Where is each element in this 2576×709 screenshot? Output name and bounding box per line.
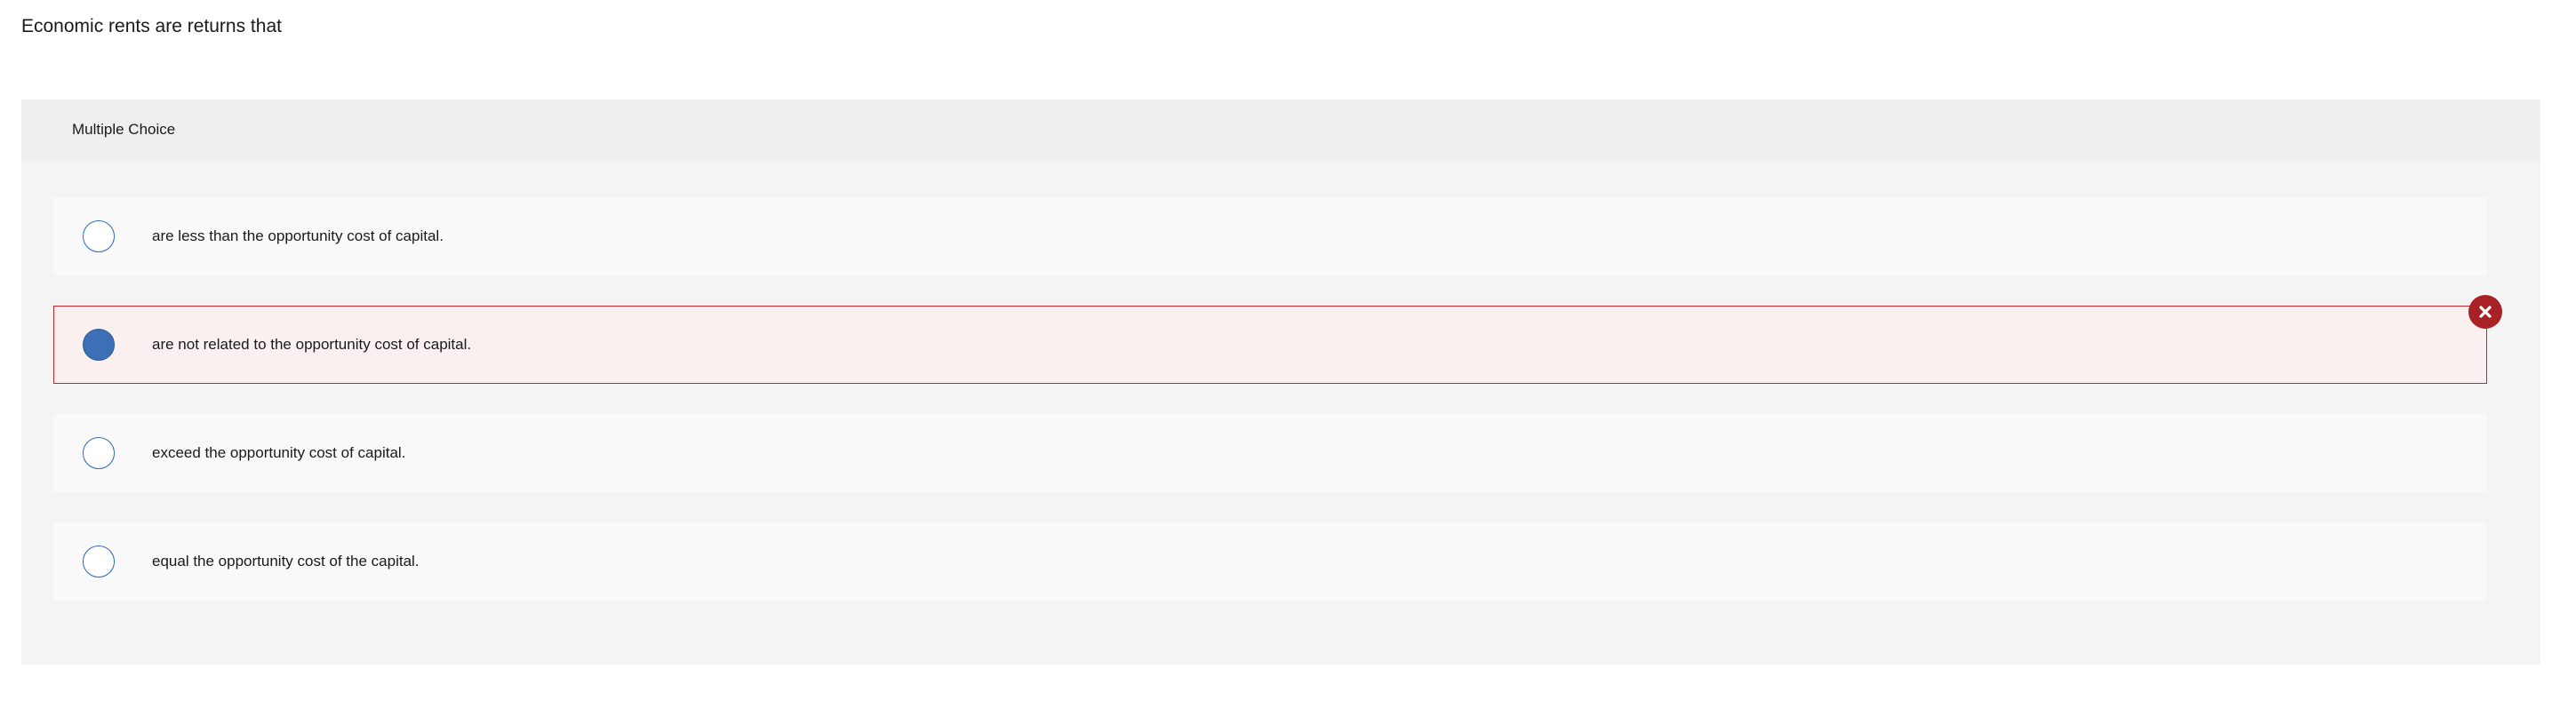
radio-button[interactable]: [83, 220, 115, 252]
answer-option-text: exceed the opportunity cost of capital.: [152, 444, 406, 461]
question-type-label: Multiple Choice: [72, 121, 176, 138]
answer-option-2[interactable]: are not related to the opportunity cost …: [53, 295, 2502, 384]
question-panel: Multiple Choice are less than the opport…: [21, 100, 2540, 665]
answer-option-4[interactable]: equal the opportunity cost of the capita…: [53, 522, 2487, 601]
answer-options: are less than the opportunity cost of ca…: [53, 197, 2502, 631]
answer-option-text: are not related to the opportunity cost …: [152, 336, 472, 353]
panel-header: Multiple Choice: [21, 100, 2540, 160]
answer-option-text: are less than the opportunity cost of ca…: [152, 227, 444, 244]
radio-button[interactable]: [83, 546, 115, 578]
radio-button[interactable]: [83, 437, 115, 469]
answer-option-1[interactable]: are less than the opportunity cost of ca…: [53, 197, 2487, 275]
question-prompt: Economic rents are returns that: [21, 16, 282, 36]
answer-option-text: equal the opportunity cost of the capita…: [152, 553, 420, 570]
answer-option-3[interactable]: exceed the opportunity cost of capital.: [53, 414, 2487, 492]
close-x-icon: [2468, 295, 2502, 329]
radio-button-selected[interactable]: [83, 329, 115, 361]
